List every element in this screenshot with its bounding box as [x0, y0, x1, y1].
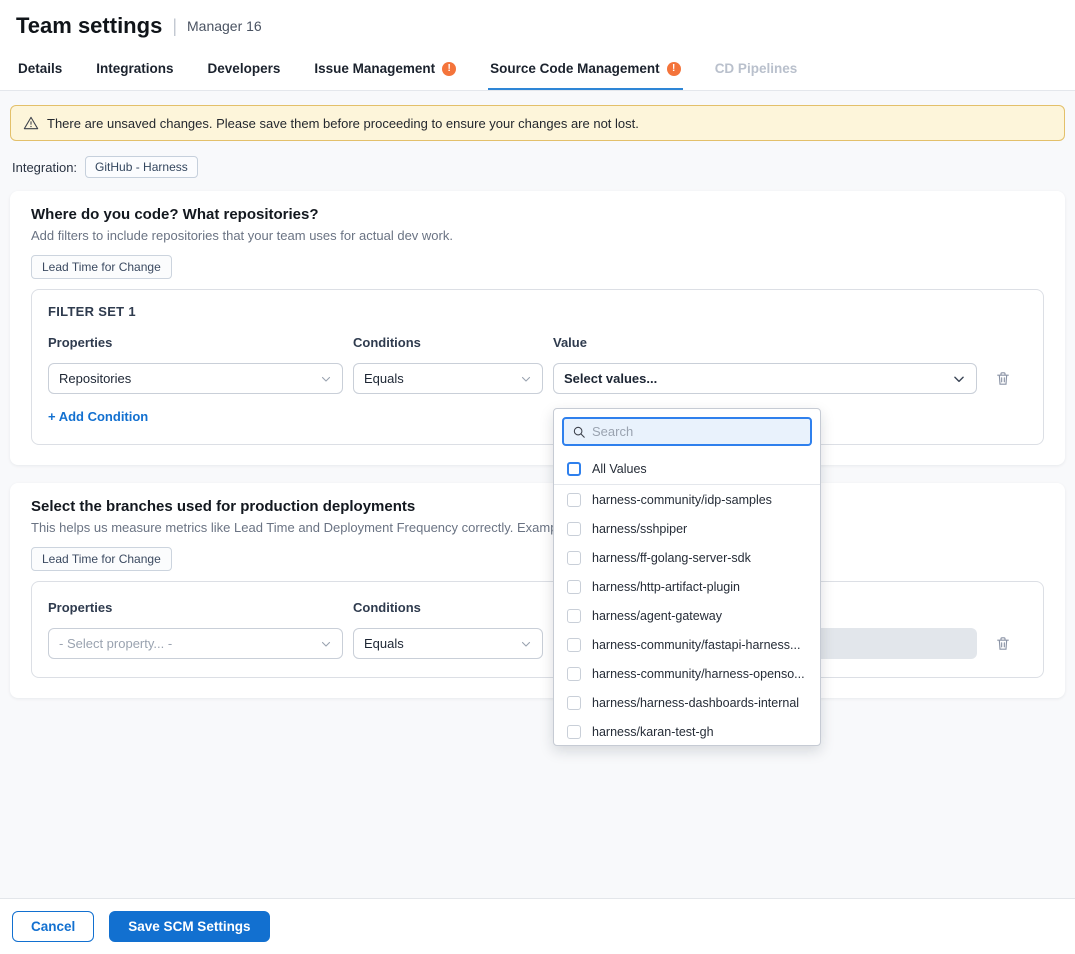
integration-row: Integration: GitHub - Harness	[10, 156, 1065, 178]
tab-cd-pipelines: CD Pipelines	[713, 50, 800, 90]
value-column-label: Value	[553, 335, 977, 350]
trash-icon	[995, 370, 1011, 387]
checkbox-icon[interactable]	[567, 462, 581, 476]
search-icon	[572, 425, 586, 439]
value-select[interactable]: Select values...	[553, 363, 977, 394]
properties-column-label: Properties	[48, 335, 343, 350]
tab-issue-management[interactable]: Issue Management !	[312, 50, 458, 90]
chevron-down-icon	[520, 638, 532, 650]
repo-option[interactable]: harness/agent-gateway	[554, 601, 820, 630]
chevron-down-icon	[320, 373, 332, 385]
branch-filter-grid: Properties Conditions Value - Select pro…	[48, 600, 1027, 659]
checkbox-icon[interactable]	[567, 725, 581, 739]
title-divider: |	[172, 16, 177, 37]
filter-set-title: FILTER SET 1	[48, 304, 1027, 319]
conditions-column-label: Conditions	[353, 600, 543, 615]
all-values-option[interactable]: All Values	[554, 454, 820, 485]
chevron-down-icon	[952, 372, 966, 386]
chevron-down-icon	[320, 638, 332, 650]
tab-integrations[interactable]: Integrations	[94, 50, 175, 90]
branches-card-subtitle: This helps us measure metrics like Lead …	[31, 520, 1044, 535]
banner-text: There are unsaved changes. Please save t…	[47, 116, 639, 131]
checkbox-icon[interactable]	[567, 551, 581, 565]
repo-option[interactable]: harness/harness-dashboards-internal	[554, 688, 820, 717]
integration-label: Integration:	[12, 160, 77, 175]
dropdown-search-input[interactable]	[592, 424, 802, 439]
chevron-down-icon	[520, 373, 532, 385]
property-select[interactable]: Repositories	[48, 363, 343, 394]
lead-time-tag[interactable]: Lead Time for Change	[31, 255, 172, 279]
filter-set-panel: FILTER SET 1 Properties Conditions Value…	[31, 289, 1044, 445]
tab-developers[interactable]: Developers	[206, 50, 283, 90]
warning-triangle-icon	[23, 115, 39, 131]
filter-grid: Properties Conditions Value Repositories…	[48, 335, 1027, 394]
repositories-card-subtitle: Add filters to include repositories that…	[31, 228, 1044, 243]
repo-option[interactable]: harness-community/harness-openso...	[554, 659, 820, 688]
page-title: Team settings	[16, 13, 162, 39]
checkbox-icon[interactable]	[567, 667, 581, 681]
footer-actions: Cancel Save SCM Settings	[0, 898, 1075, 954]
checkbox-icon[interactable]	[567, 580, 581, 594]
checkbox-icon[interactable]	[567, 493, 581, 507]
checkbox-icon[interactable]	[567, 638, 581, 652]
dropdown-search-box	[562, 417, 812, 446]
checkbox-icon[interactable]	[567, 609, 581, 623]
checkbox-icon[interactable]	[567, 522, 581, 536]
delete-filter-button[interactable]	[987, 363, 1019, 394]
repositories-card: Where do you code? What repositories? Ad…	[10, 191, 1065, 465]
tab-source-code-management[interactable]: Source Code Management !	[488, 50, 683, 90]
checkbox-icon[interactable]	[567, 696, 581, 710]
condition-select[interactable]: Equals	[353, 363, 543, 394]
repo-option[interactable]: harness-community/idp-samples	[554, 485, 820, 514]
branch-filter-panel: Properties Conditions Value - Select pro…	[31, 581, 1044, 678]
branches-card-title: Select the branches used for production …	[31, 498, 1044, 515]
delete-filter-button[interactable]	[987, 628, 1019, 659]
branch-condition-select[interactable]: Equals	[353, 628, 543, 659]
properties-column-label: Properties	[48, 600, 343, 615]
repo-option[interactable]: harness/sshpiper	[554, 514, 820, 543]
tab-bar: Details Integrations Developers Issue Ma…	[0, 50, 1075, 91]
branches-card: Select the branches used for production …	[10, 483, 1065, 698]
main-content: There are unsaved changes. Please save t…	[0, 91, 1075, 898]
save-scm-settings-button[interactable]: Save SCM Settings	[109, 911, 269, 942]
page-header: Team settings | Manager 16	[0, 0, 1075, 50]
repo-option[interactable]: harness/ff-golang-server-sdk	[554, 543, 820, 572]
branch-property-select[interactable]: - Select property... -	[48, 628, 343, 659]
integration-chip[interactable]: GitHub - Harness	[85, 156, 198, 178]
conditions-column-label: Conditions	[353, 335, 543, 350]
unsaved-changes-banner: There are unsaved changes. Please save t…	[10, 105, 1065, 141]
cancel-button[interactable]: Cancel	[12, 911, 94, 942]
trash-icon	[995, 635, 1011, 652]
warning-badge-icon: !	[667, 62, 681, 76]
repo-option[interactable]: harness/karan-test-gh	[554, 717, 820, 746]
values-dropdown: All Values harness-community/idp-samples…	[553, 408, 821, 746]
repo-option[interactable]: harness-community/fastapi-harness...	[554, 630, 820, 659]
repositories-card-title: Where do you code? What repositories?	[31, 206, 1044, 223]
tab-details[interactable]: Details	[16, 50, 64, 90]
lead-time-tag[interactable]: Lead Time for Change	[31, 547, 172, 571]
page-subtitle: Manager 16	[187, 18, 262, 34]
add-condition-button[interactable]: + Add Condition	[48, 409, 148, 424]
repo-option[interactable]: harness/http-artifact-plugin	[554, 572, 820, 601]
warning-badge-icon: !	[442, 62, 456, 76]
